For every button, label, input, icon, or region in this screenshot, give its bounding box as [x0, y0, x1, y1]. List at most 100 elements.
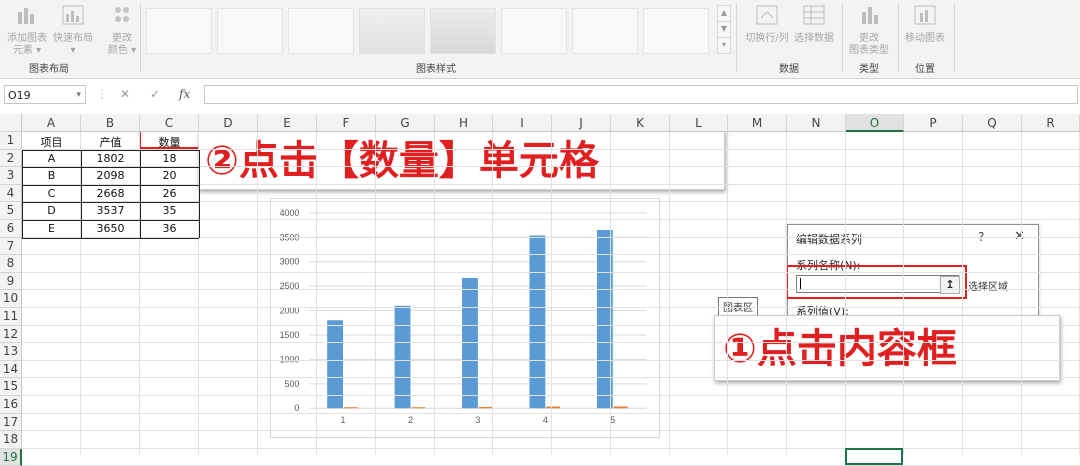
table-cell[interactable]: 35	[140, 204, 199, 217]
chart-style-7[interactable]	[572, 8, 638, 54]
column-header-e[interactable]: E	[258, 114, 317, 132]
chevron-down-icon[interactable]: ▾	[76, 86, 81, 105]
row-header-15[interactable]: 15	[0, 378, 22, 396]
gridline	[551, 132, 552, 455]
bar-secondary[interactable]	[411, 407, 426, 409]
table-header-cell[interactable]: 项目	[22, 134, 81, 150]
table-cell[interactable]: 3537	[81, 204, 140, 217]
row-header-8[interactable]: 8	[0, 255, 22, 273]
column-header-i[interactable]: I	[493, 114, 552, 132]
row-header-12[interactable]: 12	[0, 325, 22, 344]
bar-secondary[interactable]	[344, 407, 358, 409]
row-header-7[interactable]: 7	[0, 237, 22, 256]
table-cell[interactable]: 1802	[81, 152, 140, 165]
table-cell[interactable]: 20	[140, 169, 199, 182]
styles-more-icon[interactable]: ▾	[717, 37, 731, 54]
formula-input[interactable]	[204, 85, 1078, 104]
column-header-j[interactable]: J	[552, 114, 611, 132]
name-box[interactable]: O19 ▾	[4, 85, 86, 104]
bar-secondary[interactable]	[613, 406, 628, 409]
row-header-17[interactable]: 17	[0, 413, 22, 432]
change-colors-button[interactable]: 更改 颜色 ▾	[102, 4, 142, 57]
table-cell[interactable]: E	[22, 222, 81, 235]
bar[interactable]	[394, 305, 411, 409]
row-header-6[interactable]: 6	[0, 220, 22, 238]
gridline	[316, 132, 317, 455]
switch-row-column-label: 切换行/列	[745, 33, 789, 44]
table-header-cell[interactable]: 产值	[81, 134, 140, 150]
table-cell[interactable]: 3650	[81, 222, 140, 235]
column-header-m[interactable]: M	[728, 114, 787, 132]
chart-style-8[interactable]	[643, 8, 709, 54]
table-cell[interactable]: C	[22, 187, 81, 200]
gridline	[22, 412, 1080, 414]
column-header-f[interactable]: F	[317, 114, 376, 132]
table-cell[interactable]: 2668	[81, 187, 140, 200]
column-header-p[interactable]: P	[904, 114, 963, 132]
column-header-d[interactable]: D	[199, 114, 258, 132]
row-header-2[interactable]: 2	[0, 149, 22, 168]
chart-style-1[interactable]	[146, 8, 212, 54]
gridline	[22, 307, 1080, 308]
switch-row-column-button[interactable]: 切换行/列	[742, 4, 792, 45]
table-cell[interactable]: A	[22, 152, 81, 165]
change-chart-type-button[interactable]: 更改 图表类型	[846, 4, 892, 57]
column-header-h[interactable]: H	[435, 114, 493, 132]
row-header-14[interactable]: 14	[0, 360, 22, 379]
dialog-title: 编辑数据系列	[796, 233, 862, 246]
row-header-1[interactable]: 1	[0, 132, 22, 150]
row-header-10[interactable]: 10	[0, 290, 22, 308]
quick-layout-button[interactable]: 快速布局 ▾	[50, 4, 96, 57]
bar-secondary[interactable]	[546, 406, 561, 409]
row-header-18[interactable]: 18	[0, 431, 22, 449]
select-data-button[interactable]: 选择数据	[792, 4, 836, 45]
column-header-a[interactable]: A	[22, 114, 81, 132]
row-header-4[interactable]: 4	[0, 184, 22, 203]
chart-style-2[interactable]	[217, 8, 283, 54]
confirm-icon[interactable]: ✓	[150, 87, 160, 101]
insert-function-icon[interactable]: fx	[179, 87, 190, 101]
column-header-r[interactable]: R	[1022, 114, 1080, 132]
row-header-3[interactable]: 3	[0, 167, 22, 185]
table-cell[interactable]: 18	[140, 152, 199, 165]
x-tick-label: 1	[341, 415, 346, 425]
row-header-13[interactable]: 13	[0, 343, 22, 361]
column-header-b[interactable]: B	[81, 114, 140, 132]
column-chart[interactable]: 0500100015002000250030003500400012345	[270, 198, 660, 438]
table-cell[interactable]: B	[22, 169, 81, 182]
chart-style-5[interactable]	[430, 8, 496, 54]
chart-style-4[interactable]	[359, 8, 425, 54]
row-header-5[interactable]: 5	[0, 202, 22, 220]
row-header-19[interactable]: 19	[0, 448, 22, 466]
row-header-11[interactable]: 11	[0, 308, 22, 326]
row-header-9[interactable]: 9	[0, 272, 22, 291]
x-tick-label: 4	[543, 415, 548, 425]
column-header-c[interactable]: C	[140, 114, 199, 132]
add-chart-element-icon	[18, 8, 34, 24]
chart-style-6[interactable]	[501, 8, 567, 54]
column-header-q[interactable]: Q	[963, 114, 1022, 132]
table-cell[interactable]: 2098	[81, 169, 140, 182]
bar-secondary[interactable]	[478, 406, 493, 409]
gridline	[22, 447, 1080, 449]
gridline	[669, 132, 670, 455]
add-chart-element-button[interactable]: 添加图表 元素 ▾	[4, 4, 50, 57]
selected-cell[interactable]	[845, 447, 903, 466]
cancel-icon[interactable]: ✕	[120, 87, 130, 101]
select-all-corner[interactable]	[0, 114, 22, 132]
table-cell[interactable]: D	[22, 204, 81, 217]
column-header-k[interactable]: K	[611, 114, 670, 132]
row-header-16[interactable]: 16	[0, 396, 22, 414]
styles-scroll-up-icon[interactable]: ▲	[717, 5, 731, 22]
styles-scroll-down-icon[interactable]: ▼	[717, 21, 731, 38]
column-header-g[interactable]: G	[376, 114, 435, 132]
move-chart-button[interactable]: 移动图表	[902, 4, 948, 45]
table-cell[interactable]: 36	[140, 222, 199, 235]
table-header-cell[interactable]: 数量	[140, 134, 199, 150]
chart-style-3[interactable]	[288, 8, 354, 54]
column-header-n[interactable]: N	[787, 114, 846, 132]
column-header-l[interactable]: L	[670, 114, 728, 132]
bar[interactable]	[529, 235, 546, 409]
column-header-o[interactable]: O	[846, 114, 904, 132]
table-cell[interactable]: 26	[140, 187, 199, 200]
